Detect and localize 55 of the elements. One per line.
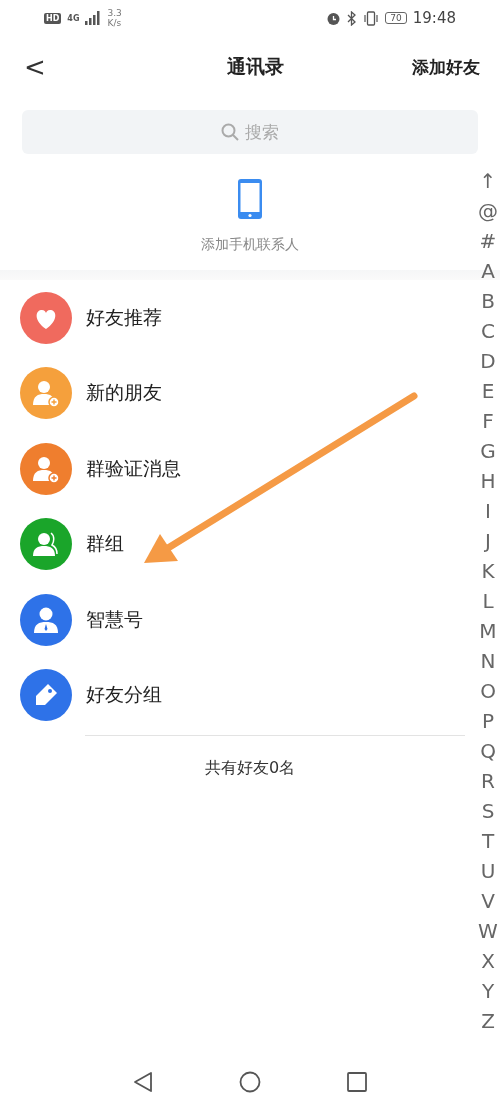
index-letter[interactable]: J — [485, 526, 491, 556]
index-letter[interactable]: # — [479, 226, 497, 256]
index-letter[interactable]: F — [482, 406, 494, 436]
index-letter[interactable]: M — [479, 616, 497, 646]
index-letter[interactable]: P — [481, 706, 495, 736]
alarm-icon — [326, 10, 342, 26]
clock-time: 19:48 — [412, 9, 456, 27]
index-letter[interactable]: B — [481, 286, 495, 316]
recent-apps-icon[interactable] — [346, 1071, 368, 1093]
index-letter[interactable]: H — [480, 466, 496, 496]
index-letter[interactable]: E — [481, 376, 495, 406]
index-letter[interactable]: D — [480, 346, 496, 376]
menu-item[interactable]: 智慧号 — [86, 606, 143, 633]
index-letter[interactable]: G — [480, 436, 496, 466]
menu-item[interactable]: 群验证消息 — [86, 455, 181, 482]
index-letter[interactable]: N — [480, 646, 496, 676]
index-letter[interactable]: C — [481, 316, 495, 346]
home-icon[interactable] — [239, 1071, 261, 1093]
index-letter[interactable]: W — [478, 916, 498, 946]
signal-icon — [85, 11, 102, 25]
hd-badge: HD — [44, 12, 62, 24]
index-letter[interactable]: U — [480, 856, 496, 886]
index-letter[interactable]: V — [481, 886, 495, 916]
index-letter[interactable]: Q — [480, 736, 496, 766]
battery-indicator: 70 — [385, 12, 407, 24]
search-icon — [221, 123, 239, 141]
vibrate-icon — [363, 10, 380, 26]
index-letter[interactable]: @ — [478, 196, 498, 226]
network-type: 4G — [67, 13, 80, 23]
menu-item[interactable]: 新的朋友 — [86, 380, 162, 407]
index-letter[interactable]: T — [481, 826, 495, 856]
index-letter[interactable]: S — [481, 796, 495, 826]
nav-back-icon[interactable] — [132, 1071, 154, 1093]
index-letter[interactable]: K — [481, 556, 495, 586]
menu-item[interactable]: 好友分组 — [86, 682, 162, 709]
add-friend-button[interactable]: 添加好友 — [412, 55, 480, 79]
index-letter[interactable]: O — [480, 676, 496, 706]
index-letter[interactable]: L — [482, 586, 494, 616]
bluetooth-icon — [347, 10, 358, 26]
add-phone-contacts-link[interactable]: 添加手机联系人 — [201, 236, 299, 254]
index-letter[interactable]: I — [485, 496, 491, 526]
page-title: 通讯录 — [226, 54, 286, 79]
search-placeholder: 搜索 — [245, 120, 279, 144]
menu-item[interactable]: 群组 — [86, 531, 124, 558]
index-letter[interactable]: Z — [481, 1006, 495, 1036]
index-letter[interactable]: ↑ — [479, 166, 497, 196]
back-button[interactable]: < — [20, 52, 50, 82]
index-letter[interactable]: X — [481, 946, 495, 976]
friend-count: 共有好友0名 — [204, 758, 296, 777]
menu-item[interactable]: 好友推荐 — [86, 304, 162, 331]
index-letter[interactable]: A — [481, 256, 495, 286]
index-letter[interactable]: Y — [481, 976, 495, 1006]
phone-icon[interactable] — [237, 178, 263, 220]
index-letter[interactable]: R — [481, 766, 495, 796]
network-speed: 3.3 K/s — [107, 8, 122, 28]
